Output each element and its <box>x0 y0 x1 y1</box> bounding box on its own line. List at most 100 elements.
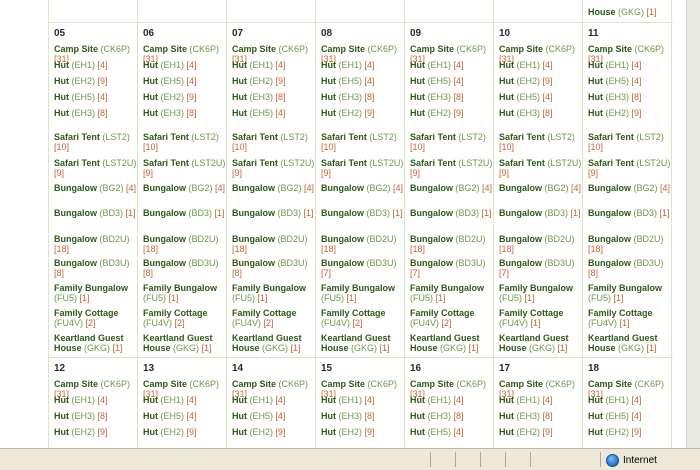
booking-entry[interactable]: Family Cottage (FU4V) [2] <box>410 308 494 328</box>
booking-entry[interactable]: Bungalow (BD3U) [7] <box>321 258 405 278</box>
booking-entry[interactable]: Hut (EH1) [4] <box>54 395 138 405</box>
calendar-day-cell[interactable]: 12 Camp Site (CK6P) [31] Hut (EH1) [4] Hut … <box>48 358 137 448</box>
booking-entry[interactable]: Keartland Guest House (GKG) [1] <box>143 333 227 353</box>
booking-entry[interactable]: Hut (EH2) [9] <box>588 427 672 437</box>
booking-entry[interactable]: Hut (EH3) [8] <box>54 108 138 118</box>
booking-entry[interactable]: Family Cottage (FU4V) [2] <box>54 308 138 328</box>
booking-entry[interactable]: Safari Tent (LST2U) [9] <box>232 158 316 178</box>
booking-entry[interactable]: Bungalow (BD2U) [18] <box>499 234 583 254</box>
booking-entry[interactable]: Keartland Guest House (GKG) [1] <box>410 333 494 353</box>
booking-entry[interactable]: Hut (EH1) [4] <box>54 60 138 70</box>
booking-entry[interactable]: Bungalow (BD3U) [7] <box>410 258 494 278</box>
booking-entry[interactable]: Family Cottage (FU4V) [2] <box>143 308 227 328</box>
booking-entry[interactable]: Hut (EH1) [4] <box>321 395 405 405</box>
booking-entry[interactable]: Bungalow (BD3) [1] <box>143 208 227 218</box>
booking-entry[interactable]: Hut (EH2) [9] <box>54 76 138 86</box>
booking-entry[interactable]: Bungalow (BD3U) [8] <box>143 258 227 278</box>
booking-entry[interactable]: Hut (EH3) [8] <box>588 92 672 102</box>
booking-entry[interactable]: Bungalow (BD3) [1] <box>321 208 405 218</box>
booking-entry[interactable]: Hut (EH1) [4] <box>588 395 672 405</box>
booking-entry[interactable]: Hut (EH3) [8] <box>499 108 583 118</box>
booking-entry[interactable]: Hut (EH5) [4] <box>410 76 494 86</box>
booking-entry[interactable]: Bungalow (BG2) [4] <box>588 183 672 193</box>
booking-entry[interactable]: Family Bungalow (FU5) [1] <box>588 283 672 303</box>
booking-entry[interactable]: Bungalow (BD3) [1] <box>232 208 316 218</box>
booking-entry[interactable]: Safari Tent (LST2U) [9] <box>321 158 405 178</box>
calendar-day-cell[interactable]: 18 Camp Site (CK6P) [31] Hut (EH1) [4] Hut … <box>582 358 672 448</box>
booking-entry[interactable]: Safari Tent (LST2U) [9] <box>54 158 138 178</box>
booking-entry[interactable]: Bungalow (BG2) [4] <box>499 183 583 193</box>
booking-entry[interactable]: Bungalow (BD3U) [8] <box>54 258 138 278</box>
booking-entry[interactable]: Safari Tent (LST2) [10] <box>54 132 138 152</box>
booking-entry[interactable]: Hut (EH2) [9] <box>232 76 316 86</box>
booking-entry[interactable]: Safari Tent (LST2) [10] <box>143 132 227 152</box>
calendar-day-cell[interactable]: 10 Camp Site (CK6P) [31] Hut (EH1) [4] Hut … <box>493 23 582 358</box>
booking-entry[interactable]: Hut (EH5) [4] <box>588 76 672 86</box>
calendar-day-cell[interactable]: 14 Camp Site (CK6P) [31] Hut (EH1) [4] Hut … <box>226 358 315 448</box>
booking-entry[interactable]: Hut (EH2) [9] <box>143 427 227 437</box>
booking-entry[interactable]: Bungalow (BD3) [1] <box>410 208 494 218</box>
booking-entry[interactable]: Hut (EH5) [4] <box>588 411 672 421</box>
booking-entry[interactable]: Family Cottage (FU4V) [2] <box>232 308 316 328</box>
booking-entry[interactable]: Bungalow (BG2) [4] <box>143 183 227 193</box>
booking-entry[interactable]: Hut (EH1) [4] <box>499 60 583 70</box>
booking-entry[interactable]: Keartland Guest House (GKG) [1] <box>588 333 672 353</box>
booking-entry[interactable]: Bungalow (BG2) [4] <box>54 183 138 193</box>
booking-entry[interactable]: Hut (EH2) [9] <box>321 108 405 118</box>
booking-entry[interactable]: Hut (EH3) [8] <box>499 411 583 421</box>
booking-entry[interactable]: Hut (EH2) [9] <box>499 76 583 86</box>
booking-entry[interactable]: Hut (EH5) [4] <box>54 92 138 102</box>
booking-entry[interactable]: Hut (EH2) [9] <box>54 427 138 437</box>
booking-entry[interactable]: Hut (EH1) [4] <box>499 395 583 405</box>
booking-entry[interactable]: Hut (EH1) [4] <box>143 60 227 70</box>
booking-entry[interactable]: Bungalow (BD2U) [18] <box>143 234 227 254</box>
booking-entry[interactable]: Hut (EH5) [4] <box>232 108 316 118</box>
booking-entry[interactable]: Bungalow (BD3) [1] <box>588 208 672 218</box>
booking-entry[interactable]: Hut (EH1) [4] <box>410 395 494 405</box>
booking-entry[interactable]: Safari Tent (LST2U) [9] <box>588 158 672 178</box>
booking-entry[interactable]: Hut (EH1) [4] <box>588 60 672 70</box>
booking-entry[interactable]: Hut (EH3) [8] <box>54 411 138 421</box>
booking-entry[interactable]: Hut (EH1) [4] <box>232 60 316 70</box>
booking-entry[interactable]: Family Cottage (FU4V) [2] <box>321 308 405 328</box>
booking-entry[interactable]: Bungalow (BD3) [1] <box>499 208 583 218</box>
booking-entry[interactable]: Hut (EH3) [8] <box>410 411 494 421</box>
booking-entry[interactable]: Bungalow (BG2) [4] <box>410 183 494 193</box>
booking-entry[interactable]: Hut (EH2) [9] <box>499 427 583 437</box>
calendar-day-cell[interactable]: 08 Camp Site (CK6P) [31] Hut (EH1) [4] Hut … <box>315 23 404 358</box>
booking-entry[interactable]: Hut (EH3) [8] <box>143 108 227 118</box>
booking-entry[interactable]: Safari Tent (LST2U) [9] <box>499 158 583 178</box>
booking-entry[interactable]: Bungalow (BD2U) [18] <box>410 234 494 254</box>
booking-entry[interactable]: Hut (EH5) [4] <box>499 92 583 102</box>
booking-entry[interactable]: Family Bungalow (FU5) [1] <box>54 283 138 303</box>
booking-entry[interactable]: Hut (EH1) [4] <box>232 395 316 405</box>
booking-entry[interactable]: Hut (EH1) [4] <box>410 60 494 70</box>
booking-entry[interactable]: Family Cottage (FU4V) [1] <box>499 308 583 328</box>
booking-entry[interactable]: Safari Tent (LST2U) [9] <box>410 158 494 178</box>
booking-entry[interactable]: Hut (EH3) [8] <box>321 411 405 421</box>
booking-entry[interactable]: House (GKG) [1] <box>588 7 672 17</box>
calendar-day-cell[interactable]: 17 Camp Site (CK6P) [31] Hut (EH1) [4] Hut … <box>493 358 582 448</box>
booking-entry[interactable]: Hut (EH2) [9] <box>410 108 494 118</box>
booking-entry[interactable]: Safari Tent (LST2) [10] <box>232 132 316 152</box>
calendar-day-cell[interactable]: 05 Camp Site (CK6P) [31] Hut (EH1) [4] Hut … <box>48 23 137 358</box>
booking-entry[interactable]: Hut (EH5) [4] <box>232 411 316 421</box>
booking-entry[interactable]: Bungalow (BD3U) [7] <box>499 258 583 278</box>
calendar-day-cell[interactable]: 13 Camp Site (CK6P) [31] Hut (EH1) [4] Hut … <box>137 358 226 448</box>
booking-entry[interactable]: Keartland Guest House (GKG) [1] <box>232 333 316 353</box>
booking-entry[interactable]: Keartland Guest House (GKG) [1] <box>321 333 405 353</box>
booking-entry[interactable]: Bungalow (BD3U) [8] <box>588 258 672 278</box>
booking-entry[interactable]: Family Bungalow (FU5) [1] <box>499 283 583 303</box>
booking-entry[interactable]: Bungalow (BD2U) [18] <box>54 234 138 254</box>
booking-entry[interactable]: Hut (EH3) [8] <box>232 92 316 102</box>
booking-entry[interactable]: Bungalow (BD2U) [18] <box>588 234 672 254</box>
booking-entry[interactable]: Hut (EH3) [8] <box>321 92 405 102</box>
booking-entry[interactable]: Hut (EH2) [9] <box>232 427 316 437</box>
booking-entry[interactable]: Family Bungalow (FU5) [1] <box>410 283 494 303</box>
booking-entry[interactable]: Hut (EH5) [4] <box>321 76 405 86</box>
booking-entry[interactable]: Bungalow (BD3U) [8] <box>232 258 316 278</box>
booking-entry[interactable]: Family Bungalow (FU5) [1] <box>143 283 227 303</box>
booking-entry[interactable]: Safari Tent (LST2U) [9] <box>143 158 227 178</box>
booking-entry[interactable]: Bungalow (BD2U) [18] <box>321 234 405 254</box>
booking-entry[interactable]: Bungalow (BD3) [1] <box>54 208 138 218</box>
